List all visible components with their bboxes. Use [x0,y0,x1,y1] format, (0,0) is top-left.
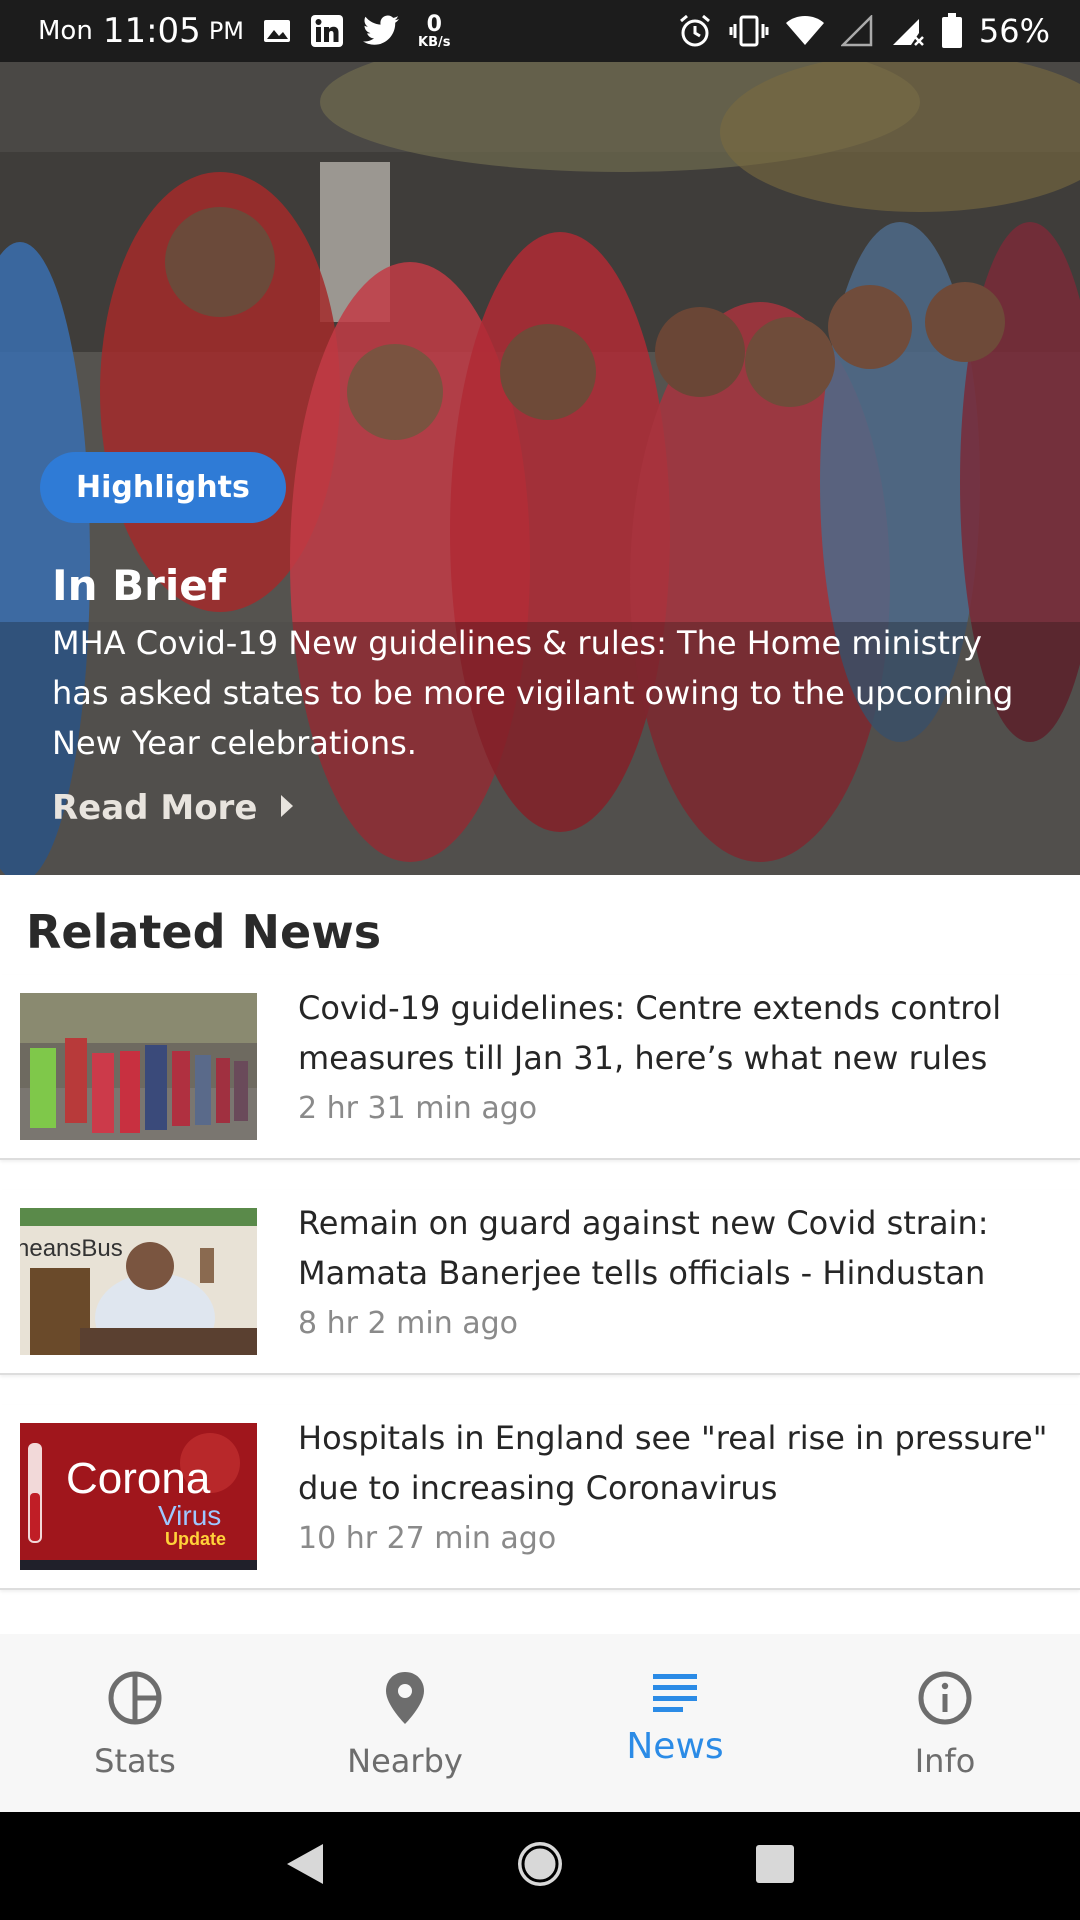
back-icon[interactable] [283,1840,327,1892]
network-speed-unit: KB/s [418,34,451,50]
news-list: Covid-19 guidelines: Centre extends cont… [0,975,1080,1620]
news-item[interactable]: Corona Virus Update Hospitals in England… [0,1405,1080,1590]
vibrate-icon [729,14,769,48]
hero-title: In Brief [52,561,227,610]
status-ampm: PM [208,17,244,45]
hero-banner[interactable]: Highlights In Brief MHA Covid-19 New gui… [0,62,1080,875]
news-item[interactable]: neansBus Remain on guard against new Cov… [0,1190,1080,1375]
linkedin-icon [310,14,344,48]
alarm-icon [677,13,713,49]
hero-content: Highlights In Brief MHA Covid-19 New gui… [40,452,1040,828]
status-bar: Mon 11:05 PM 0 KB/s 56% [0,0,1080,62]
thumbnail-text-corona: Corona [66,1454,211,1503]
news-title: Hospitals in England see "real rise in p… [298,1419,1048,1507]
image-notification-icon [262,16,292,46]
nav-label-stats: Stats [94,1742,176,1780]
recents-icon[interactable] [753,1842,797,1890]
news-thumbnail: Corona Virus Update [20,1423,257,1570]
nav-item-news[interactable]: News [540,1634,810,1812]
twitter-icon [362,15,400,47]
hero-body: MHA Covid-19 New guidelines & rules: The… [52,624,1014,762]
thumbnail-text-update: Update [165,1529,226,1549]
nav-item-info[interactable]: Info [810,1634,1080,1812]
battery-percent: 56% [978,12,1050,50]
read-more-link[interactable]: Read More [52,788,295,828]
thumbnail-text: neansBus [20,1235,123,1262]
wifi-icon [785,15,825,47]
status-time: 11:05 [102,11,201,51]
news-title: Remain on guard against new Covid strain… [298,1204,989,1292]
system-navigation-bar [0,1812,1080,1920]
nav-label-news: News [626,1726,724,1767]
nav-label-info: Info [914,1742,976,1780]
nav-label-nearby: Nearby [347,1742,463,1780]
chevron-right-icon [279,788,295,828]
status-day: Mon [38,16,93,46]
location-pin-icon [383,1670,427,1730]
highlights-badge[interactable]: Highlights [40,452,286,523]
news-time: 8 hr 2 min ago [298,1306,519,1341]
news-title: Covid-19 guidelines: Centre extends cont… [298,989,1002,1077]
thumbnail-text-virus: Virus [158,1500,221,1531]
news-time: 2 hr 31 min ago [298,1091,538,1126]
network-speed-value: 0 [426,11,442,37]
related-news-title: Related News [26,905,382,959]
nav-item-stats[interactable]: Stats [0,1634,270,1812]
news-item[interactable]: Covid-19 guidelines: Centre extends cont… [0,975,1080,1160]
list-icon [651,1670,699,1718]
news-thumbnail: neansBus [20,1208,257,1355]
news-time: 10 hr 27 min ago [298,1521,557,1556]
pie-chart-icon [107,1670,163,1730]
bottom-navigation: Stats Nearby News Info [0,1634,1080,1812]
nav-item-nearby[interactable]: Nearby [270,1634,540,1812]
signal-icon [840,15,875,47]
read-more-label: Read More [52,788,258,828]
battery-icon [941,13,963,49]
news-thumbnail [20,993,257,1140]
home-icon[interactable] [514,1838,566,1894]
network-speed: 0 KB/s [418,11,451,50]
info-icon [917,1670,973,1730]
signal-no-data-icon [891,15,925,47]
